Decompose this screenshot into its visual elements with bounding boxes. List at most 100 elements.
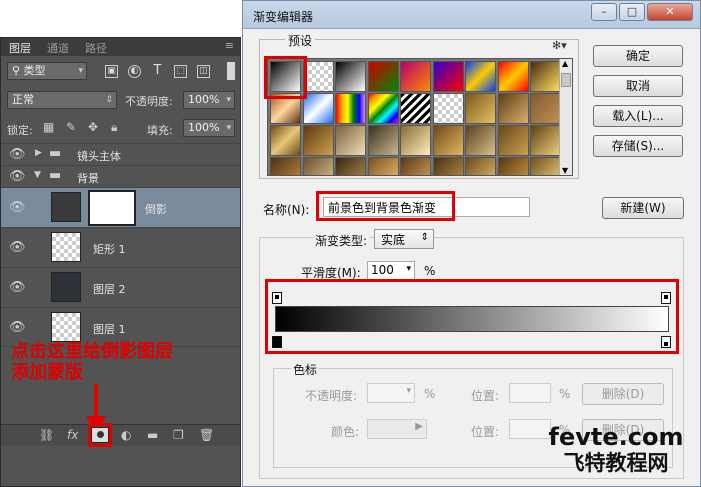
preset-swatch[interactable] — [432, 93, 464, 124]
chevron-down-icon: ▾ — [78, 66, 83, 76]
visibility-eye-icon[interactable]: 👁︎ — [9, 320, 26, 335]
minimize-icon[interactable]: – — [591, 3, 617, 21]
chevron-down-icon: ▾ — [226, 123, 231, 133]
preset-swatch[interactable] — [335, 61, 366, 92]
preset-swatch[interactable] — [302, 125, 334, 156]
preset-swatch[interactable] — [465, 157, 496, 175]
preset-swatch[interactable] — [530, 125, 561, 156]
layer-row-selected[interactable]: 👁︎ 倒影 — [1, 187, 240, 227]
gradient-type-select[interactable]: 实底 ⇕ — [374, 229, 434, 249]
layer-row-group[interactable]: 👁︎ ▶ ▬ 镜头主体 — [1, 143, 240, 165]
preset-swatch[interactable] — [400, 125, 431, 156]
filter-shape-icon[interactable]: ⬚ — [174, 65, 187, 78]
preset-swatch[interactable] — [302, 93, 334, 124]
lock-all-icon[interactable]: 🔒︎ — [111, 120, 117, 135]
link-icon[interactable]: ⛓︎ — [39, 428, 54, 442]
preset-swatch[interactable] — [530, 157, 561, 175]
fill-input[interactable]: 100% ▾ — [183, 119, 235, 137]
adjustment-icon[interactable]: ◐ — [121, 428, 131, 442]
fx-icon[interactable]: fx — [67, 428, 78, 442]
cancel-button[interactable]: 取消 — [593, 75, 683, 97]
preset-swatch[interactable] — [335, 157, 366, 175]
layer-row[interactable]: 👁︎ 矩形 1 — [1, 227, 240, 267]
name-label: 名称(N): — [263, 203, 310, 217]
preset-swatch[interactable] — [367, 157, 399, 175]
preset-swatch[interactable] — [465, 93, 496, 124]
preset-swatch[interactable] — [530, 61, 561, 92]
preset-swatch[interactable] — [465, 61, 496, 92]
visibility-eye-icon[interactable]: 👁︎ — [9, 280, 26, 295]
layer-mask-thumbnail[interactable] — [88, 190, 136, 226]
stop-color-swatch[interactable]: ▶ — [367, 419, 427, 439]
delete-opacity-stop-button[interactable]: 删除(D) — [582, 383, 664, 405]
blend-mode-select[interactable]: 正常 ⇕ — [7, 91, 117, 109]
lock-move-icon[interactable]: ✥ — [88, 120, 98, 134]
visibility-eye-icon[interactable]: 👁︎ — [9, 169, 26, 184]
panel-menu-icon[interactable]: ≡ — [225, 39, 234, 52]
ok-button[interactable]: 确定 — [593, 45, 683, 67]
trash-icon[interactable]: 🗑︎ — [199, 428, 214, 442]
preset-swatch[interactable] — [270, 125, 301, 156]
gear-icon[interactable]: ✻▾ — [552, 39, 567, 52]
visibility-eye-icon[interactable]: 👁︎ — [9, 240, 26, 255]
visibility-eye-icon[interactable]: 👁︎ — [9, 147, 26, 162]
preset-swatch[interactable] — [400, 93, 431, 124]
preset-swatch[interactable] — [465, 125, 496, 156]
visibility-eye-icon[interactable]: 👁︎ — [9, 200, 26, 215]
filter-toggle[interactable] — [227, 62, 235, 80]
filter-kind-select[interactable]: ⚲ 类型 ▾ — [7, 62, 87, 80]
preset-swatch[interactable] — [335, 93, 366, 124]
folder-icon[interactable]: ▬ — [147, 428, 158, 442]
preset-swatch[interactable] — [432, 61, 464, 92]
scroll-thumb[interactable] — [561, 73, 571, 87]
preset-swatch[interactable] — [367, 125, 399, 156]
save-button[interactable]: 存储(S)... — [593, 135, 683, 157]
preset-swatch[interactable] — [497, 157, 529, 175]
layer-row[interactable]: 👁︎ 图层 2 — [1, 267, 240, 307]
close-icon[interactable]: ✕ — [647, 3, 693, 21]
layer-row-group[interactable]: 👁︎ ▼ ▬ 背景 — [1, 165, 240, 187]
preset-swatch[interactable] — [302, 61, 334, 92]
filter-smart-object-icon[interactable]: ◫ — [197, 65, 210, 78]
filter-pixel-icon[interactable]: ▣ — [105, 65, 118, 78]
preset-swatch[interactable] — [367, 61, 399, 92]
maximize-icon[interactable]: □ — [619, 3, 645, 21]
new-gradient-button[interactable]: 新建(W) — [602, 197, 684, 219]
preset-swatch[interactable] — [432, 157, 464, 175]
scroll-down-icon[interactable]: ▼ — [562, 166, 568, 175]
filter-adjustment-icon[interactable]: ◐ — [128, 65, 141, 78]
tab-channels[interactable]: 通道 — [47, 40, 69, 56]
fill-label: 填充: — [147, 124, 173, 137]
preset-swatch[interactable] — [302, 157, 334, 175]
tab-layers[interactable]: 图层 — [9, 40, 31, 56]
load-button[interactable]: 载入(L)... — [593, 105, 683, 127]
preset-swatch[interactable] — [335, 125, 366, 156]
opacity-input[interactable]: 100% ▾ — [183, 91, 235, 109]
preset-swatch[interactable] — [497, 125, 529, 156]
preset-swatch[interactable] — [400, 157, 431, 175]
preset-swatch[interactable] — [497, 93, 529, 124]
stop-opacity-location-input[interactable] — [509, 383, 551, 403]
filter-type-icon[interactable]: T — [151, 64, 164, 78]
preset-swatch[interactable] — [497, 61, 529, 92]
scroll-up-icon[interactable]: ▲ — [562, 59, 568, 68]
lock-brush-icon[interactable]: ✎ — [66, 120, 76, 134]
chevron-down-icon[interactable]: ▾ — [406, 264, 411, 274]
lock-transparent-icon[interactable]: ▦ — [43, 120, 54, 134]
preset-swatch[interactable] — [400, 61, 431, 92]
watermark: fevte.com 飞特教程网 — [536, 424, 696, 476]
preset-swatch[interactable] — [432, 125, 464, 156]
stop-opacity-input[interactable]: ▾ — [367, 383, 415, 403]
tab-paths[interactable]: 路径 — [85, 40, 107, 56]
annotation-highlight — [264, 56, 307, 99]
chevron-updown-icon: ⇕ — [420, 232, 429, 243]
preset-swatch[interactable] — [367, 93, 399, 124]
preset-swatch[interactable] — [530, 93, 561, 124]
presets-scrollbar[interactable]: ▲ ▼ — [559, 59, 572, 175]
chevron-right-icon[interactable]: ▶ — [35, 148, 42, 158]
chevron-down-icon[interactable]: ▼ — [34, 170, 41, 180]
preset-swatch-grid[interactable]: ▲ ▼ — [267, 58, 573, 176]
preset-swatch[interactable] — [270, 157, 301, 175]
smoothness-input[interactable]: 100 ▾ — [367, 261, 415, 281]
new-layer-icon[interactable]: ❐ — [173, 428, 184, 442]
